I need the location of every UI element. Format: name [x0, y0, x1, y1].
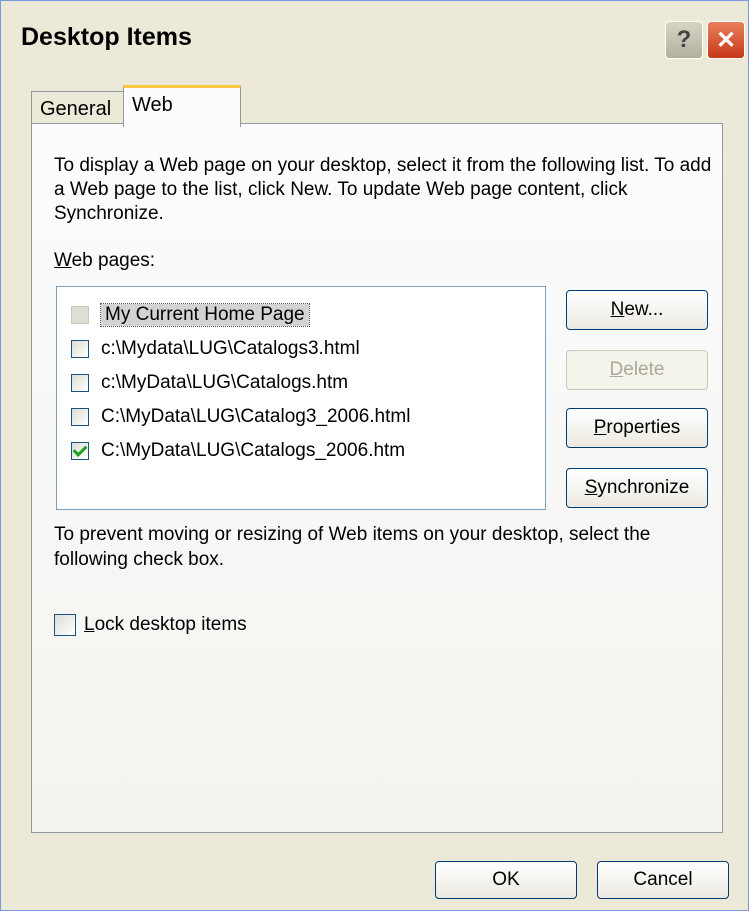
list-item[interactable]: C:\MyData\LUG\Catalog3_2006.html [71, 401, 410, 433]
desktop-items-dialog: Desktop Items ? ✕ General Web To display… [0, 0, 749, 911]
web-description: To display a Web page on your desktop, s… [54, 155, 712, 224]
web-pages-label: Web pages: [54, 250, 156, 271]
list-item-label: c:\Mydata\LUG\Catalogs3.html [101, 338, 360, 359]
list-item-label: C:\MyData\LUG\Catalog3_2006.html [101, 406, 411, 427]
list-item[interactable]: My Current Home Page [71, 299, 310, 331]
ok-button[interactable]: OK [435, 861, 577, 899]
help-icon: ? [676, 26, 692, 53]
cancel-button[interactable]: Cancel [597, 861, 729, 899]
synchronize-button[interactable]: Synchronize [566, 468, 708, 508]
list-item[interactable]: C:\MyData\LUG\Catalogs_2006.htm [71, 435, 405, 467]
lock-checkbox-box[interactable] [54, 614, 76, 636]
dialog-title: Desktop Items [21, 23, 192, 51]
item-checkbox[interactable] [71, 442, 89, 460]
item-checkbox [71, 306, 89, 324]
lock-description: To prevent moving or resizing of Web ite… [54, 524, 651, 570]
close-icon: ✕ [715, 26, 737, 54]
properties-button[interactable]: Properties [566, 408, 708, 448]
delete-button[interactable]: Delete [566, 350, 708, 390]
lock-checkbox-label: Lock desktop items [84, 614, 247, 635]
tab-web[interactable]: Web [123, 85, 241, 127]
title-bar[interactable]: Desktop Items ? ✕ [1, 1, 748, 79]
item-checkbox[interactable] [71, 374, 89, 392]
list-item[interactable]: c:\MyData\LUG\Catalogs.htm [71, 367, 348, 399]
tab-general[interactable]: General [31, 91, 125, 125]
list-item[interactable]: c:\Mydata\LUG\Catalogs3.html [71, 333, 360, 365]
list-item-label: C:\MyData\LUG\Catalogs_2006.htm [101, 440, 406, 461]
web-pages-list[interactable]: My Current Home Page c:\Mydata\LUG\Catal… [56, 286, 546, 510]
list-item-label: My Current Home Page [100, 303, 310, 327]
close-button[interactable]: ✕ [707, 21, 745, 59]
list-item-label: c:\MyData\LUG\Catalogs.htm [101, 372, 349, 393]
lock-desktop-items-checkbox[interactable]: Lock desktop items [54, 610, 247, 640]
help-button[interactable]: ? [665, 21, 703, 59]
item-checkbox[interactable] [71, 340, 89, 358]
item-checkbox[interactable] [71, 408, 89, 426]
web-tab-panel: To display a Web page on your desktop, s… [31, 123, 723, 833]
new-button[interactable]: New... [566, 290, 708, 330]
